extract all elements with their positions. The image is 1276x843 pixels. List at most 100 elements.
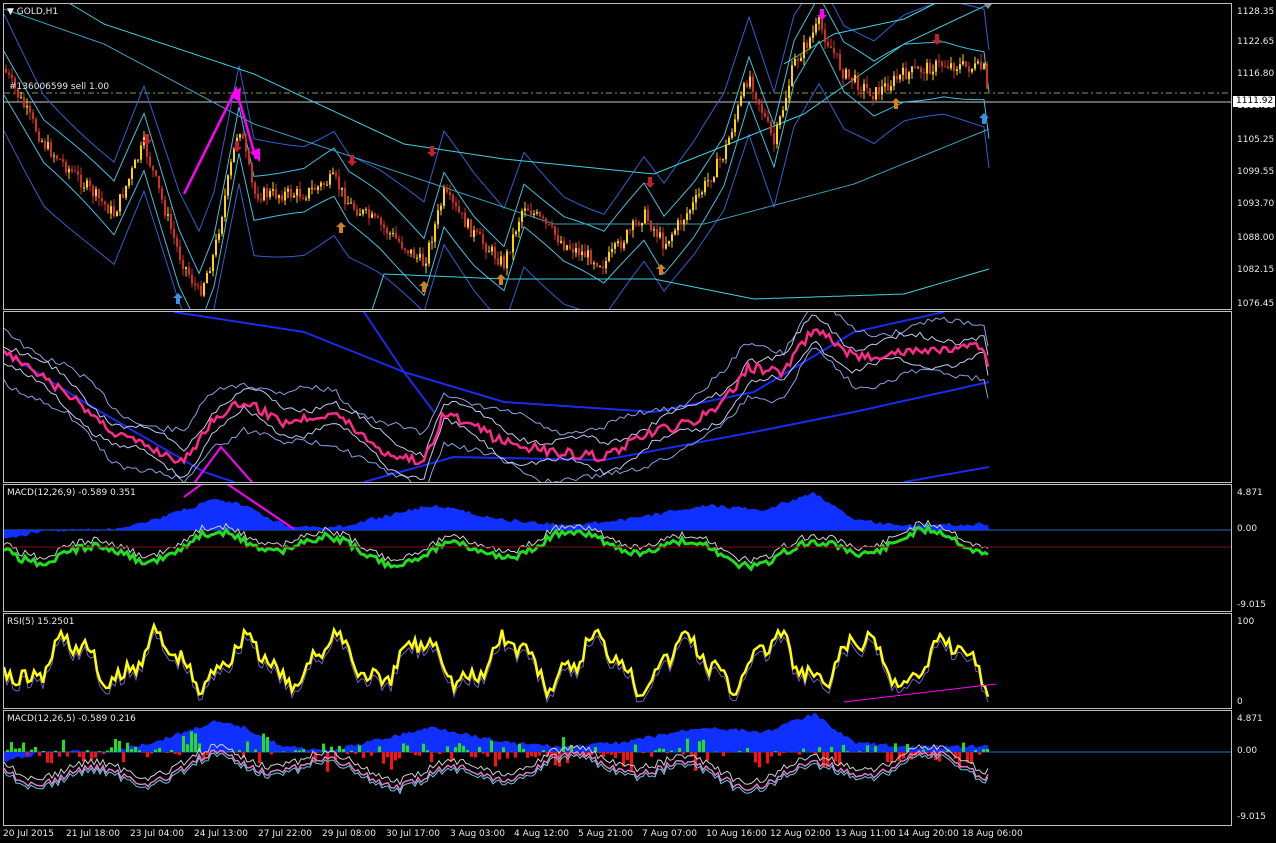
histogram-bar	[478, 747, 481, 752]
candle-body	[233, 147, 235, 163]
histogram-bar	[86, 750, 89, 752]
candle-body	[758, 99, 760, 105]
candle-body	[377, 216, 379, 218]
candle-body	[179, 246, 181, 261]
rsi-canvas[interactable]	[4, 614, 1231, 708]
candle-body	[779, 116, 781, 126]
candle-body	[74, 171, 76, 173]
candle-body	[731, 132, 733, 138]
histogram-bar	[426, 750, 429, 752]
oscillator-line	[4, 328, 990, 466]
macd-pane[interactable]: MACD(12,26,9) -0.589 0.351	[3, 484, 1232, 612]
candle-body	[290, 188, 292, 198]
candle-body	[704, 181, 706, 193]
candle-body	[464, 212, 466, 228]
time-axis: 20 Jul 2015 21 Jul 18:00 23 Jul 04:00 24 Ju…	[3, 826, 1232, 843]
candle-body	[626, 229, 628, 243]
histogram-bar	[662, 748, 665, 752]
candle-body	[320, 182, 322, 187]
candle-body	[461, 212, 463, 214]
candle-body	[560, 241, 562, 243]
macd2-pane[interactable]: MACD(12,26,5) -0.589 0.216	[3, 710, 1232, 826]
candle-body	[581, 251, 583, 256]
candle-body	[188, 267, 190, 275]
histogram-bar	[106, 750, 109, 752]
candle-body	[269, 190, 271, 198]
candle-body	[470, 219, 472, 237]
time-tick-label: 12 Aug 02:00	[770, 829, 831, 839]
candle-body	[608, 252, 610, 262]
histogram-bar	[10, 742, 13, 752]
oscillator-canvas[interactable]	[4, 312, 1231, 482]
histogram-bar	[118, 740, 121, 752]
candle-body	[398, 238, 400, 242]
candle-body	[644, 209, 646, 224]
candle-body	[419, 253, 421, 258]
candle-body	[551, 224, 553, 227]
candle-body	[590, 250, 592, 265]
candle-body	[59, 159, 61, 161]
candle-body	[407, 250, 409, 254]
candle-body	[944, 66, 946, 68]
candle-body	[278, 195, 280, 199]
candle-body	[563, 241, 565, 250]
candle-body	[365, 209, 367, 211]
time-tick-label: 4 Aug 12:00	[514, 829, 569, 839]
candle-body	[473, 230, 475, 237]
envelope-line	[363, 312, 435, 413]
candle-body	[830, 46, 832, 49]
histogram-bar	[182, 736, 185, 752]
rsi-pane[interactable]: RSI(5) 15.2501	[3, 613, 1232, 709]
histogram-bar	[238, 750, 241, 752]
histogram-bar	[302, 749, 305, 752]
histogram-bar	[754, 752, 757, 763]
candle-body	[662, 232, 664, 249]
histogram-bar	[154, 749, 157, 752]
histogram-bar	[986, 748, 989, 752]
macd2-canvas[interactable]	[4, 711, 1231, 825]
oscillator-pane[interactable]	[3, 311, 1232, 483]
candle-body	[491, 246, 493, 252]
histogram-bar	[362, 752, 365, 758]
histogram-bar	[482, 752, 485, 754]
price-chart-pane[interactable]: ▼ GOLD,H1 #136006599 sell 1.00	[3, 3, 1232, 310]
candle-body	[956, 69, 958, 71]
candle-body	[839, 54, 841, 70]
candle-body	[185, 267, 187, 269]
histogram-bar	[798, 752, 801, 755]
candle-body	[728, 137, 730, 145]
histogram-bar	[130, 748, 133, 752]
candle-body	[428, 242, 430, 264]
candle-body	[44, 140, 46, 149]
macd-canvas[interactable]	[4, 485, 1231, 611]
candle-body	[32, 112, 34, 120]
histogram-bar	[862, 752, 865, 753]
histogram-bar	[246, 741, 249, 752]
candle-body	[437, 210, 439, 225]
candle-body	[206, 273, 208, 284]
candle-body	[38, 131, 40, 142]
candle-body	[674, 230, 676, 235]
histogram-bar	[418, 752, 421, 756]
candle-body	[860, 90, 862, 92]
candle-body	[488, 251, 490, 253]
candle-body	[341, 187, 343, 190]
candle-body	[266, 188, 268, 198]
candle-body	[680, 220, 682, 225]
candle-body	[794, 59, 796, 66]
histogram-bar	[174, 752, 177, 755]
candle-body	[899, 74, 901, 80]
candle-body	[71, 168, 73, 172]
histogram-bar	[782, 752, 785, 754]
candle-body	[965, 61, 967, 67]
band-line	[4, 314, 989, 459]
macd-line	[4, 523, 989, 572]
order-line-label[interactable]: #136006599 sell 1.00	[9, 82, 109, 92]
candle-body	[314, 187, 316, 191]
candle-body	[791, 65, 793, 86]
price-chart-canvas[interactable]	[4, 4, 1231, 309]
histogram-bar	[766, 752, 769, 764]
candle-body	[401, 241, 403, 249]
candle-body	[683, 220, 685, 225]
candle-body	[509, 251, 511, 253]
